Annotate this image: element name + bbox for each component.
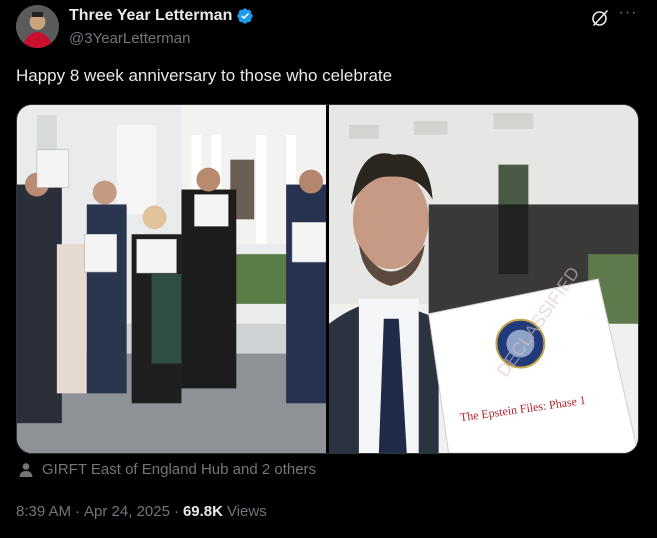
photo-selfie-binder[interactable]: The Epstein Files: Phase 1 DECLASSIFIED [329,105,638,453]
meta-separator: · [75,503,81,520]
author-handle[interactable]: @3YearLetterman [69,30,190,47]
tagged-users[interactable]: GIRFT East of England Hub and 2 others [18,461,316,478]
avatar[interactable] [16,5,59,48]
person-icon [19,462,33,477]
media-grid: The Epstein Files: Phase 1 DECLASSIFIED [16,104,639,454]
tweet-time[interactable]: 8:39 AM [16,503,71,520]
author-display-name[interactable]: Three Year Letterman [69,7,232,25]
views-label: Views [226,503,267,520]
tagged-text[interactable]: GIRFT East of England Hub and 2 others [42,461,316,478]
photo-group-binders[interactable] [17,105,326,453]
tweet-date[interactable]: Apr 24, 2025 [84,503,170,520]
tweet-meta: 8:39 AM · Apr 24, 2025 · 69.8K Views [16,503,267,520]
views-count[interactable]: 69.8K [183,503,223,520]
verified-badge-icon [237,8,254,24]
author-name-row[interactable]: Three Year Letterman [69,7,254,25]
grok-icon[interactable] [590,8,610,28]
more-options-icon[interactable]: ··· [617,5,639,26]
tweet-text: Happy 8 week anniversary to those who ce… [16,66,393,85]
meta-separator-2: · [173,503,179,520]
